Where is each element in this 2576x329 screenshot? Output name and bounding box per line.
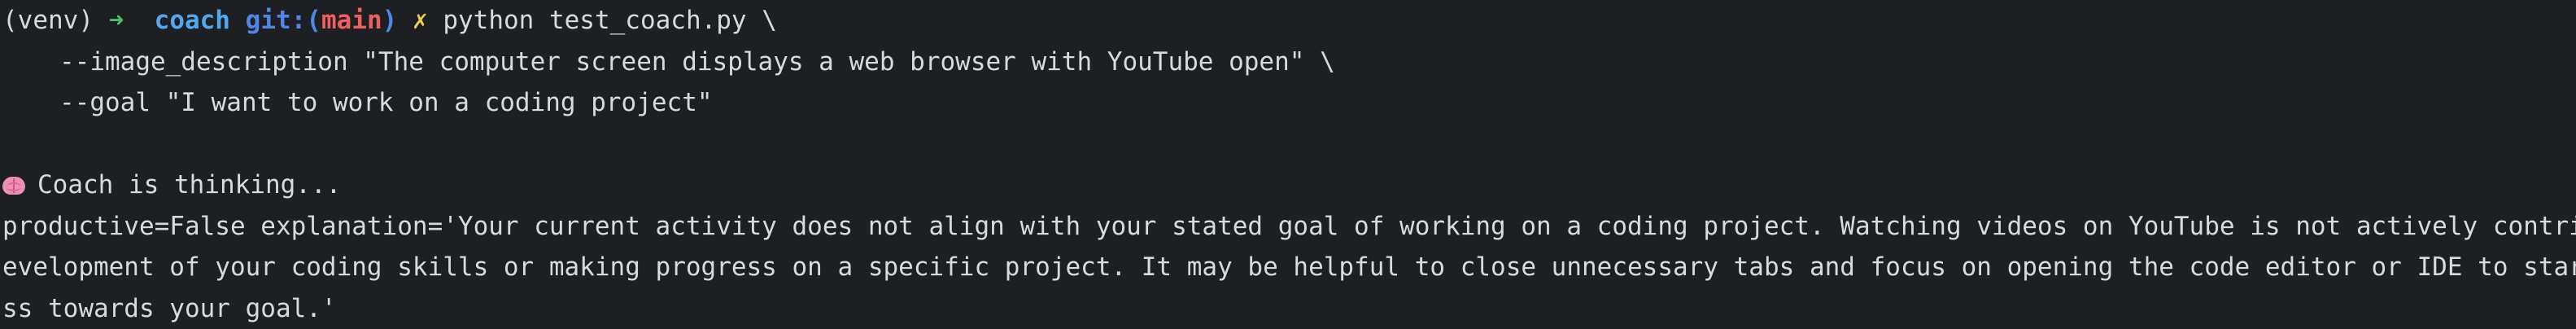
git-label-close: ) <box>382 6 398 35</box>
output-line: productive=False explanation='Your curre… <box>2 206 2576 248</box>
command-arg-image-description: --image_description "The computer screen… <box>2 42 2576 83</box>
venv-indicator: (venv) <box>2 6 94 35</box>
git-label-open: git:( <box>246 6 321 35</box>
command-prompt-line: (venv) ➜ coach git:(main) ✗ python test_… <box>2 0 2576 42</box>
status-line: Coach is thinking... <box>2 164 2576 206</box>
terminal-window[interactable]: (venv) ➜ coach git:(main) ✗ python test_… <box>0 0 2576 326</box>
prompt-arrow-icon: ➜ <box>109 6 124 35</box>
status-text: Coach is thinking... <box>37 170 341 200</box>
command-arg-goal: --goal "I want to work on a coding proje… <box>2 82 2576 124</box>
current-directory: coach <box>155 6 230 35</box>
brain-icon <box>2 177 25 195</box>
output-line: ss towards your goal.' <box>2 288 2576 329</box>
dirty-status-icon: ✗ <box>413 6 428 35</box>
blank-line <box>2 124 2576 165</box>
output-line: evelopment of your coding skills or maki… <box>2 247 2576 288</box>
command-text: python test_coach.py \ <box>443 6 777 35</box>
git-branch-name: main <box>321 6 382 35</box>
